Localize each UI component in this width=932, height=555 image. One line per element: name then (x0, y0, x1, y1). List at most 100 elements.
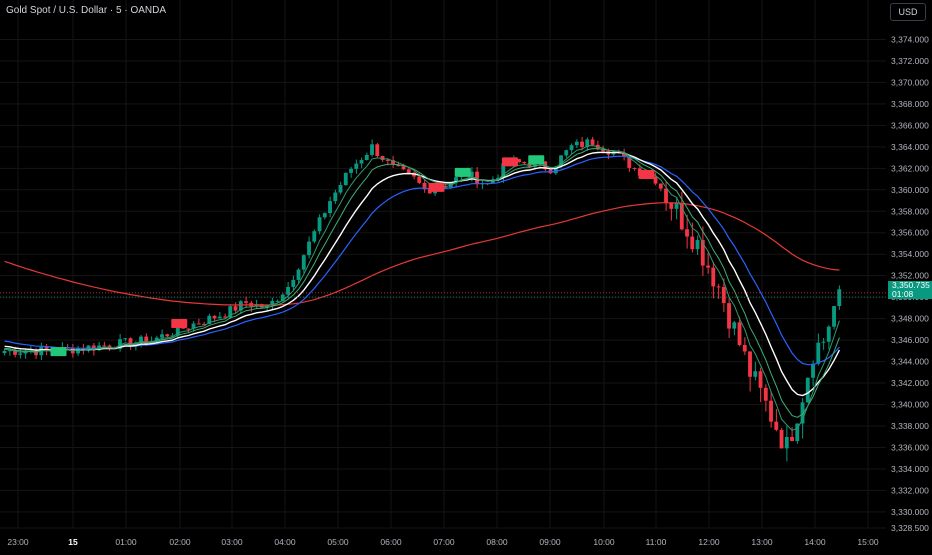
candle-body (123, 338, 128, 340)
x-tick-label: 15:00 (857, 537, 879, 547)
symbol-title: Gold Spot / U.S. Dollar · 5 · OANDA (6, 5, 167, 16)
candle-body (826, 326, 831, 342)
candle-body (217, 316, 222, 319)
candle-body (664, 188, 668, 203)
candle-body (212, 315, 217, 319)
x-tick-label: 09:00 (539, 537, 561, 547)
x-tick-label: 07:00 (433, 537, 455, 547)
signal-marker-sell (428, 182, 445, 192)
signal-marker-sell (502, 157, 518, 167)
candle-body (632, 167, 637, 169)
candle-body (721, 287, 726, 304)
y-tick-label: 3,360.000 (891, 185, 929, 195)
price-chart[interactable]: 3,374.000 3,372.000 3,370.000 3,368.000 3,36… (0, 0, 932, 550)
signal-marker-buy (528, 155, 545, 165)
x-tick-label: 08:00 (486, 537, 508, 547)
candle-body (307, 241, 311, 256)
candle-body (690, 236, 695, 250)
candle-body (564, 150, 569, 156)
y-tick-label: 3,344.000 (891, 357, 929, 367)
candle-body (732, 322, 737, 329)
candle-body (790, 436, 794, 442)
candle-body (233, 306, 238, 311)
y-tick-label: 3,346.000 (891, 335, 929, 345)
x-tick-label: 12:00 (698, 537, 720, 547)
candle-body (580, 141, 584, 147)
candle-body (165, 334, 170, 337)
candle-body (343, 172, 348, 186)
candle-body (401, 166, 406, 170)
x-tick-label: 10:00 (593, 537, 615, 547)
candle-body (574, 141, 579, 146)
candle-body (763, 387, 768, 401)
candle-body (328, 201, 332, 214)
candle-body (18, 353, 23, 355)
y-tick-label: 3,340.000 (891, 400, 929, 410)
candle-body (727, 303, 731, 329)
candle-body (338, 185, 343, 193)
candle-body (758, 371, 763, 388)
y-tick-label: 3,342.000 (891, 378, 929, 388)
last-price-tag: 3,350.735 01:08 (888, 281, 932, 300)
candle-body (774, 421, 779, 430)
candle-body (296, 269, 301, 280)
y-tick-label: 3,332.000 (891, 485, 929, 495)
candle-body (364, 154, 369, 161)
candle-body (674, 203, 679, 209)
chart-area[interactable]: 3,374.000 3,372.000 3,370.000 3,368.000 3,36… (0, 0, 932, 550)
y-tick-label: 3,362.000 (891, 163, 929, 173)
y-tick-label: 3,334.000 (891, 464, 929, 474)
candle-body (406, 169, 411, 173)
candle-body (375, 144, 380, 157)
y-tick-label: 3,370.000 (891, 77, 929, 87)
candle-body (196, 323, 201, 325)
currency-button[interactable]: USD (890, 3, 926, 21)
y-tick-label: 3,354.000 (891, 249, 929, 259)
candle-body (832, 306, 836, 327)
y-tick-label: 3,366.000 (891, 120, 929, 130)
y-tick-label: 3,348.000 (891, 314, 929, 324)
candle-body (301, 255, 306, 270)
y-tick-label: 3,364.000 (891, 142, 929, 152)
candle-body (275, 300, 280, 302)
candle-body (711, 267, 716, 287)
x-tick-label: 06:00 (380, 537, 402, 547)
candle-body (748, 351, 752, 377)
candle-body (160, 334, 164, 338)
x-tick-label: 15 (68, 537, 78, 547)
x-tick-label: 14:00 (804, 537, 826, 547)
ema-blue-line (4, 155, 840, 366)
candle-body (569, 145, 574, 151)
candle-body (737, 322, 742, 346)
signal-marker-sell (638, 169, 655, 179)
y-tick-label: 3,358.000 (891, 206, 929, 216)
candle-body (805, 377, 810, 403)
candle-body (76, 348, 80, 354)
y-tick-label: 3,368.000 (891, 99, 929, 109)
candle-body (821, 341, 826, 343)
candle-body (769, 400, 773, 422)
candle-body (317, 217, 322, 232)
candle-body (322, 213, 327, 218)
candle-body (779, 429, 784, 449)
candle-body (669, 202, 674, 209)
candle-body (2, 350, 7, 354)
candle-body (312, 231, 317, 242)
candle-body (417, 176, 422, 183)
candle-body (742, 345, 747, 352)
candle-body (784, 436, 789, 449)
y-tick-label: 3,356.000 (891, 228, 929, 238)
y-tick-label: 3,336.000 (891, 442, 929, 452)
x-tick-label: 05:00 (327, 537, 349, 547)
candle-body (816, 342, 821, 364)
candle-body (837, 289, 842, 307)
candle-body (658, 183, 663, 189)
x-tick-label: 04:00 (274, 537, 296, 547)
candle-body (354, 163, 359, 169)
candle-body (359, 160, 364, 164)
bar-countdown: 01:08 (892, 289, 914, 300)
signal-marker-sell (171, 319, 188, 329)
y-tick-label: 3,372.000 (891, 56, 929, 66)
candle-body (590, 139, 595, 145)
x-tick-label: 13:00 (751, 537, 773, 547)
